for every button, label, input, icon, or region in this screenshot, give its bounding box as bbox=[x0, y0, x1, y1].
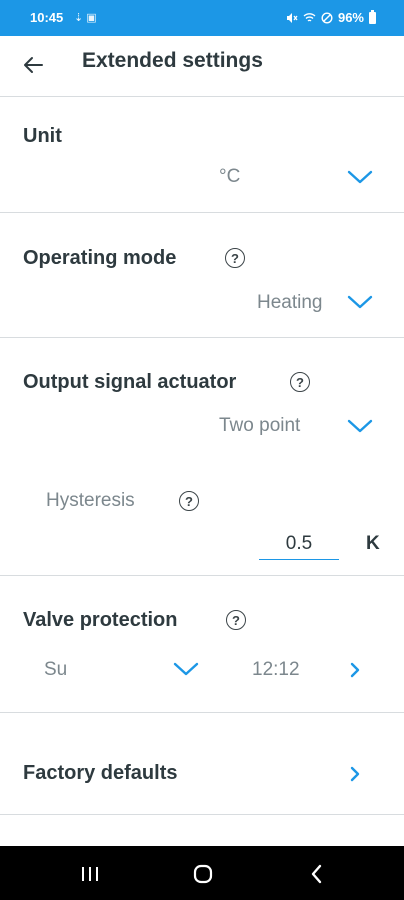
valve-protection-label: Valve protection bbox=[23, 609, 178, 631]
chevron-right-icon[interactable] bbox=[348, 764, 362, 784]
recent-apps-icon bbox=[82, 867, 98, 881]
wifi-icon bbox=[303, 12, 316, 22]
system-nav-bar bbox=[0, 846, 404, 900]
chevron-down-icon[interactable] bbox=[346, 293, 374, 311]
valve-protection-help-icon[interactable]: ? bbox=[226, 610, 246, 630]
operating-mode-label: Operating mode bbox=[23, 247, 177, 269]
operating-mode-value[interactable]: Heating bbox=[257, 292, 323, 314]
valve-protection-day[interactable]: Su bbox=[44, 659, 67, 681]
valve-protection-time[interactable]: 12:12 bbox=[252, 659, 300, 681]
chevron-down-icon[interactable] bbox=[346, 417, 374, 435]
home-button[interactable] bbox=[189, 860, 217, 888]
hysteresis-input[interactable]: 0.5 bbox=[259, 533, 339, 560]
mute-icon bbox=[286, 12, 298, 23]
home-icon bbox=[193, 864, 213, 884]
page-title: Extended settings bbox=[82, 49, 263, 72]
chevron-right-icon[interactable] bbox=[348, 660, 362, 680]
output-signal-section: Output signal actuator ? Two point Hyste… bbox=[0, 338, 404, 576]
back-nav-icon bbox=[311, 864, 322, 884]
recent-apps-button[interactable] bbox=[76, 860, 104, 888]
output-signal-help-icon[interactable]: ? bbox=[290, 372, 310, 392]
dnd-icon bbox=[321, 11, 333, 24]
app-bar: Extended settings bbox=[0, 36, 404, 97]
valve-protection-section: Valve protection ? Su 12:12 bbox=[0, 576, 404, 713]
hysteresis-label: Hysteresis bbox=[46, 490, 135, 511]
output-signal-value[interactable]: Two point bbox=[219, 415, 300, 437]
output-signal-label: Output signal actuator bbox=[23, 371, 237, 393]
status-time: 10:45 bbox=[30, 10, 64, 25]
factory-defaults-row[interactable]: Factory defaults bbox=[0, 713, 404, 815]
operating-mode-help-icon[interactable]: ? bbox=[225, 248, 245, 268]
back-nav-button[interactable] bbox=[303, 860, 331, 888]
unit-label: Unit bbox=[23, 125, 62, 147]
factory-defaults-label: Factory defaults bbox=[23, 762, 178, 784]
status-right: 96% bbox=[286, 9, 376, 25]
back-arrow-icon bbox=[24, 57, 43, 73]
operating-mode-section: Operating mode ? Heating bbox=[0, 213, 404, 338]
unit-section: Unit °C bbox=[0, 97, 404, 213]
back-button[interactable] bbox=[18, 50, 48, 80]
battery-icon bbox=[369, 9, 376, 24]
notification-icons: ⇣ ▣ bbox=[74, 12, 97, 24]
unit-value[interactable]: °C bbox=[219, 166, 240, 188]
battery-percent: 96% bbox=[337, 10, 364, 25]
hysteresis-unit: K bbox=[366, 533, 380, 554]
chevron-down-icon[interactable] bbox=[346, 168, 374, 186]
status-bar: 10:45 ⇣ ▣ 96% bbox=[0, 0, 404, 36]
hysteresis-help-icon[interactable]: ? bbox=[179, 491, 199, 511]
chevron-down-icon[interactable] bbox=[172, 660, 200, 678]
